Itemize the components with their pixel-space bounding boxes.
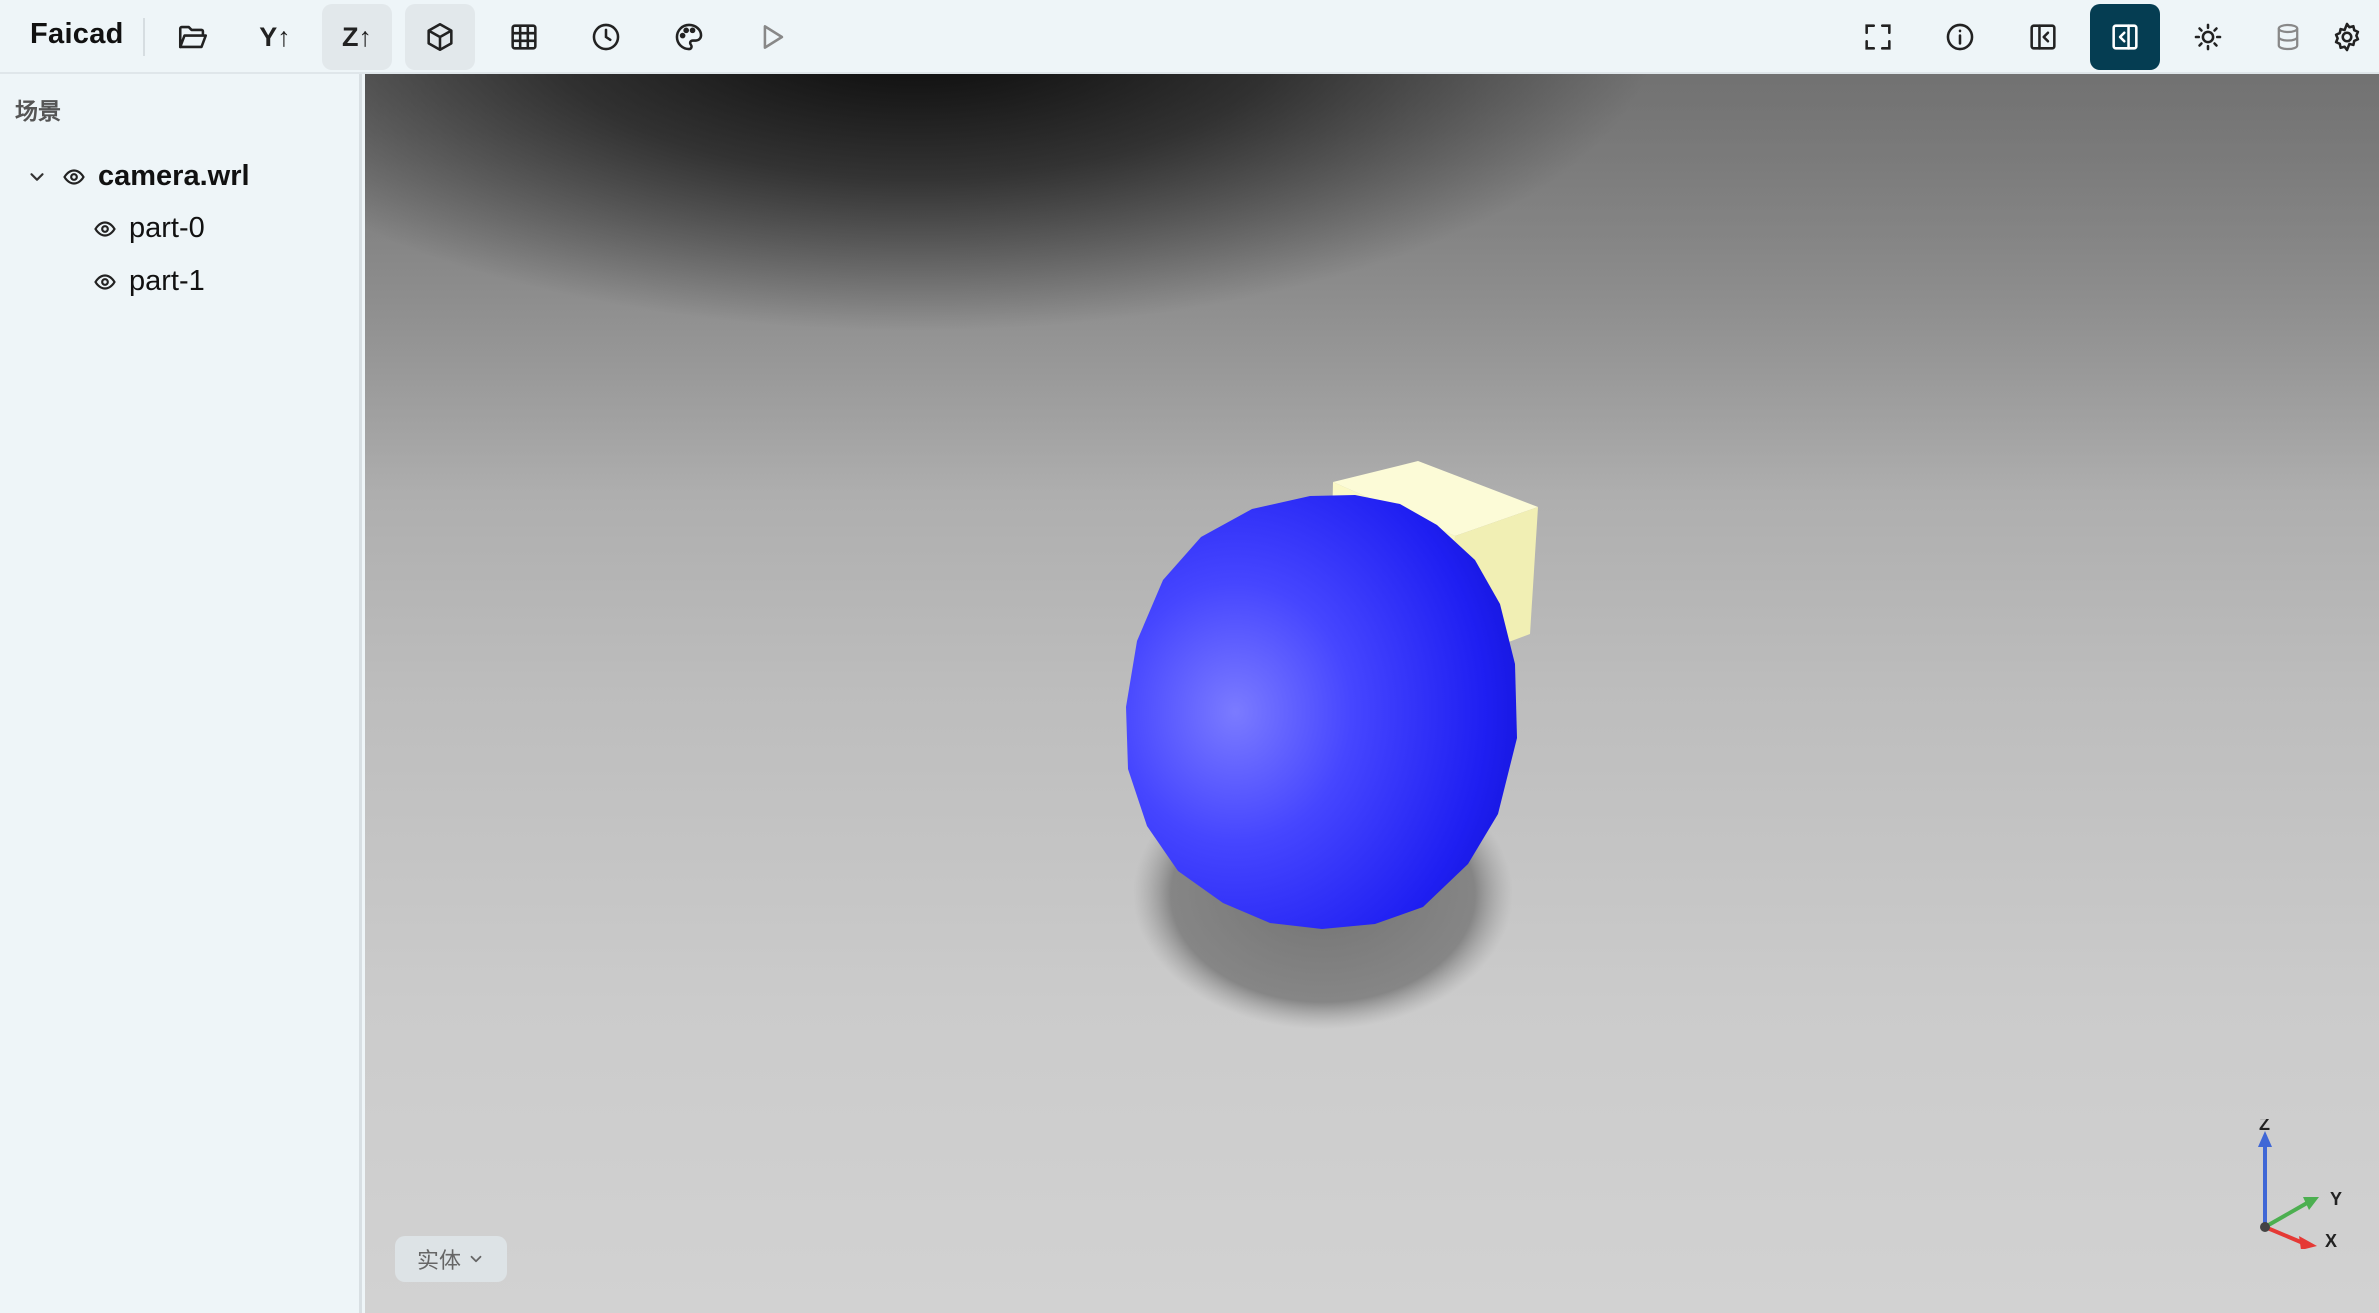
- settings-button[interactable]: [2315, 4, 2379, 70]
- z-up-button[interactable]: Z↑: [322, 4, 392, 70]
- fullscreen-button[interactable]: [1843, 4, 1913, 70]
- chevron-down-icon[interactable]: [26, 166, 48, 188]
- toggle-right-panel-button[interactable]: [2090, 4, 2160, 70]
- theme-button[interactable]: [2173, 4, 2243, 70]
- info-button[interactable]: [1925, 4, 1995, 70]
- axis-y-label: Y: [2330, 1189, 2342, 1209]
- sun-icon: [2194, 23, 2222, 51]
- 3d-viewport[interactable]: 实体 Z Y X: [365, 74, 2379, 1313]
- palette-button[interactable]: [654, 4, 724, 70]
- database-icon: [2277, 23, 2299, 51]
- play-icon: [763, 25, 784, 49]
- toggle-left-panel-button[interactable]: [2008, 4, 2078, 70]
- render-mode-dropdown[interactable]: 实体: [395, 1236, 507, 1282]
- render-mode-label: 实体: [416, 1248, 461, 1273]
- tree-item-label: part-1: [129, 265, 205, 297]
- clock-icon: [592, 23, 620, 51]
- sidebar-title: 场景: [15, 98, 61, 124]
- panel-right-icon: [2112, 24, 2138, 50]
- open-folder-button[interactable]: [158, 4, 228, 70]
- axis-x-label: X: [2325, 1231, 2337, 1249]
- palette-icon: [675, 23, 703, 51]
- fullscreen-icon: [1865, 24, 1891, 50]
- chevron-down-icon: [470, 1255, 482, 1263]
- grid-button[interactable]: [489, 4, 559, 70]
- scene-render[interactable]: [365, 74, 2379, 1313]
- open-folder-icon: [178, 25, 208, 49]
- y-up-button[interactable]: Y↑: [240, 4, 310, 70]
- info-icon: [1946, 23, 1974, 51]
- eye-icon[interactable]: [93, 217, 117, 241]
- y-up-label: Y↑: [259, 21, 291, 52]
- toolbar-divider: [143, 18, 145, 56]
- history-button[interactable]: [571, 4, 641, 70]
- eye-icon[interactable]: [62, 165, 86, 189]
- play-button[interactable]: [737, 4, 807, 70]
- tree-item-root[interactable]: camera.wrl: [26, 160, 250, 193]
- z-up-label: Z↑: [342, 21, 372, 52]
- sphere-object[interactable]: [1126, 495, 1517, 929]
- cube-view-button[interactable]: [405, 4, 475, 70]
- gear-icon: [2334, 22, 2360, 52]
- app-title: Faicad: [30, 18, 124, 50]
- tree-item-part-1[interactable]: part-1: [93, 265, 205, 298]
- database-button[interactable]: [2253, 4, 2323, 70]
- tree-root-label: camera.wrl: [98, 160, 250, 192]
- axes-gizmo: Z Y X: [2258, 1119, 2342, 1249]
- cube-icon: [427, 22, 453, 52]
- eye-icon[interactable]: [93, 270, 117, 294]
- toolbar: Faicad Y↑ Z↑: [0, 0, 2379, 74]
- tree-item-label: part-0: [129, 212, 205, 244]
- scene-sidebar: 场景 camera.wrl part-0 part-1: [0, 74, 362, 1313]
- grid-icon: [511, 24, 537, 50]
- tree-item-part-0[interactable]: part-0: [93, 212, 205, 245]
- panel-left-icon: [2030, 24, 2056, 50]
- axis-z-label: Z: [2259, 1119, 2270, 1134]
